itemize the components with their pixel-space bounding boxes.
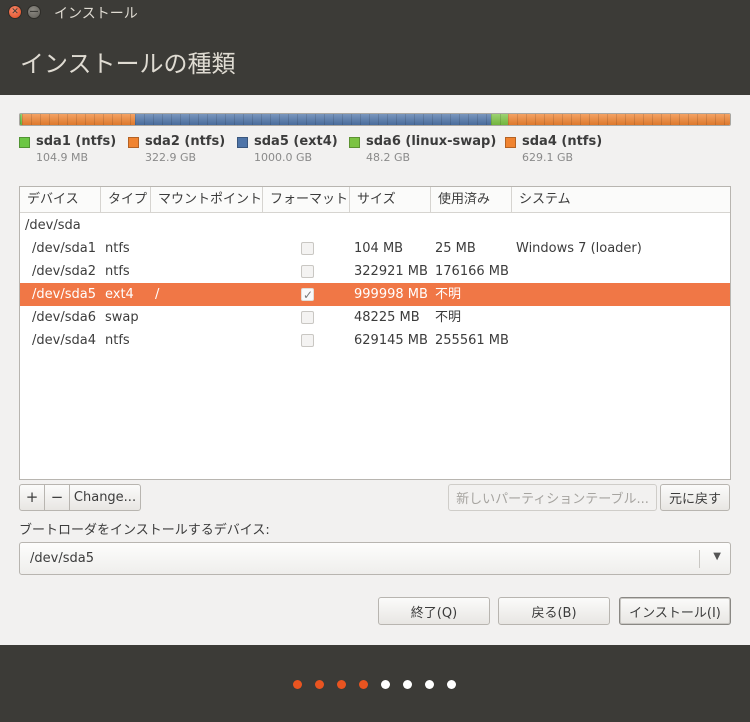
partition-segment-sda5 (135, 114, 491, 125)
legend-name: sda4 (ntfs) (522, 134, 603, 149)
new-partition-table-button[interactable]: 新しいパーティションテーブル... (448, 484, 657, 511)
legend-size: 629.1 GB (522, 151, 574, 164)
progress-dot (425, 680, 434, 689)
type-cell: ntfs (105, 241, 130, 256)
revert-button[interactable]: 元に戻す (660, 484, 730, 511)
legend-size: 1000.0 GB (254, 151, 313, 164)
quit-button[interactable]: 終了(Q) (378, 597, 490, 625)
partition-table[interactable]: デバイス タイプ マウントポイント フォーマット サイズ 使用済み システム /… (19, 186, 731, 480)
checkmark-icon: ✓ (303, 288, 314, 302)
table-row[interactable]: /dev/sda6 swap 48225 MB 不明 (20, 306, 730, 329)
mount-cell: / (155, 287, 160, 302)
used-cell: 176166 MB (435, 264, 509, 279)
color-swatch (128, 137, 139, 148)
color-swatch (349, 137, 360, 148)
partition-segment-sda6 (491, 114, 508, 125)
close-icon[interactable]: ✕ (8, 5, 22, 19)
header: インストールの種類 (0, 24, 750, 95)
size-cell: 48225 MB (354, 310, 420, 325)
minimize-icon[interactable]: — (27, 5, 41, 19)
column-header-format[interactable]: フォーマット (263, 187, 350, 213)
column-header-mount[interactable]: マウントポイント (151, 187, 263, 213)
table-row-selected[interactable]: /dev/sda5 ext4 / ✓ 999998 MB 不明 (20, 283, 730, 306)
progress-dot (337, 680, 346, 689)
type-cell: ntfs (105, 264, 130, 279)
system-cell: Windows 7 (loader) (516, 241, 642, 256)
change-partition-button[interactable]: Change... (70, 485, 140, 510)
used-cell: 25 MB (435, 241, 476, 256)
bootloader-device-select[interactable]: /dev/sda5 ▼ (19, 542, 731, 575)
color-swatch (237, 137, 248, 148)
bootloader-label: ブートローダをインストールするデバイス: (19, 523, 270, 538)
table-row[interactable]: /dev/sda4 ntfs 629145 MB 255561 MB (20, 329, 730, 352)
progress-dot (381, 680, 390, 689)
device-cell: /dev/sda2 (32, 264, 96, 279)
install-button[interactable]: インストール(I) (619, 597, 731, 625)
legend-size: 48.2 GB (366, 151, 411, 164)
format-checkbox[interactable]: ✓ (301, 288, 314, 302)
page-title: インストールの種類 (20, 50, 236, 78)
size-cell: 104 MB (354, 241, 404, 256)
color-swatch (19, 137, 30, 148)
remove-partition-button[interactable]: − (45, 485, 70, 510)
type-cell: swap (105, 310, 139, 325)
device-cell: /dev/sda1 (32, 241, 96, 256)
back-button[interactable]: 戻る(B) (498, 597, 610, 625)
legend-size: 104.9 MB (36, 151, 89, 164)
progress-dot (315, 680, 324, 689)
table-row[interactable]: /dev/sda1 ntfs 104 MB 25 MB Windows 7 (l… (20, 237, 730, 260)
table-row[interactable]: /dev/sda2 ntfs 322921 MB 176166 MB (20, 260, 730, 283)
partition-segment-sda2 (22, 114, 135, 125)
column-header-type[interactable]: タイプ (101, 187, 151, 213)
bootloader-value: /dev/sda5 (30, 551, 94, 566)
table-row-disk[interactable]: /dev/sda (20, 214, 730, 237)
used-cell: 不明 (435, 287, 462, 302)
column-header-size[interactable]: サイズ (350, 187, 431, 213)
divider (699, 550, 700, 568)
column-header-system[interactable]: システム (512, 187, 730, 213)
legend-name: sda1 (ntfs) (36, 134, 117, 149)
add-partition-button[interactable]: + (20, 485, 45, 510)
device-cell: /dev/sda6 (32, 310, 96, 325)
window-title: インストール (54, 6, 138, 22)
size-cell: 999998 MB (354, 287, 428, 302)
color-swatch (505, 137, 516, 148)
used-cell: 255561 MB (435, 333, 509, 348)
legend-size: 322.9 GB (145, 151, 197, 164)
used-cell: 不明 (435, 310, 462, 325)
disk-name: /dev/sda (25, 218, 81, 233)
size-cell: 322921 MB (354, 264, 428, 279)
column-header-device[interactable]: デバイス (20, 187, 101, 213)
legend-name: sda6 (linux-swap) (366, 134, 497, 149)
partition-toolbar: + − Change... (19, 484, 141, 511)
size-cell: 629145 MB (354, 333, 428, 348)
progress-dot (359, 680, 368, 689)
type-cell: ntfs (105, 333, 130, 348)
table-header: デバイス タイプ マウントポイント フォーマット サイズ 使用済み システム (20, 187, 730, 213)
partition-segment-sda4 (508, 114, 730, 125)
progress-dot (403, 680, 412, 689)
chevron-down-icon: ▼ (713, 551, 721, 562)
progress-dot (293, 680, 302, 689)
format-checkbox[interactable] (301, 334, 314, 347)
progress-dot (447, 680, 456, 689)
title-bar: ✕ — インストール (0, 0, 750, 24)
footer (0, 645, 750, 722)
legend-name: sda2 (ntfs) (145, 134, 226, 149)
column-header-used[interactable]: 使用済み (431, 187, 512, 213)
format-checkbox[interactable] (301, 265, 314, 278)
format-checkbox[interactable] (301, 242, 314, 255)
device-cell: /dev/sda5 (32, 287, 96, 302)
format-checkbox[interactable] (301, 311, 314, 324)
device-cell: /dev/sda4 (32, 333, 96, 348)
partition-legend: sda1 (ntfs) 104.9 MB sda2 (ntfs) 322.9 G… (19, 134, 731, 168)
legend-name: sda5 (ext4) (254, 134, 338, 149)
type-cell: ext4 (105, 287, 134, 302)
progress-dots (293, 680, 456, 690)
partition-bar (19, 113, 731, 126)
